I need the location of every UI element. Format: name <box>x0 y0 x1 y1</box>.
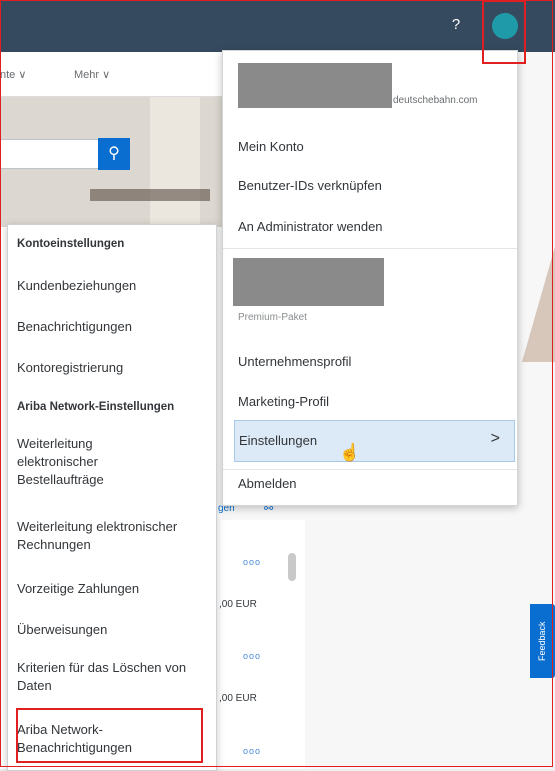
menu-item-early-payments[interactable]: Vorzeitige Zahlungen <box>17 580 212 598</box>
menu-item-data-deletion[interactable]: Kriterien für das Löschen von Daten <box>17 659 202 695</box>
hero-decoration <box>150 97 200 227</box>
menu-item-contact-admin[interactable]: An Administrator wenden <box>238 219 383 234</box>
user-menu: deutschebahn.com Mein Konto Benutzer-IDs… <box>222 50 518 506</box>
menu-item-my-account[interactable]: Mein Konto <box>238 139 304 154</box>
avatar-highlight-frame <box>482 0 526 64</box>
redacted-name <box>238 63 392 108</box>
user-email: deutschebahn.com <box>393 95 478 106</box>
chevron-right-icon: > <box>490 430 500 447</box>
amount-value: ,00 EUR <box>219 693 257 704</box>
hero-banner: ⚲ <box>0 97 222 227</box>
top-header-bar: ? <box>0 0 555 52</box>
settings-submenu: Kontoeinstellungen Kundenbeziehungen Ben… <box>7 224 217 771</box>
menu-item-marketing-profile[interactable]: Marketing-Profil <box>238 394 329 409</box>
menu-item-settings[interactable]: Einstellungen > ☝ <box>234 420 515 462</box>
amount-value: ,00 EUR <box>219 599 257 610</box>
scrollbar-thumb[interactable] <box>288 553 296 581</box>
highlight-frame <box>16 708 203 763</box>
subnav-item-more[interactable]: Mehr ∨ <box>74 68 110 81</box>
subnav-item-truncated[interactable]: nte ∨ <box>0 68 26 81</box>
menu-item-company-profile[interactable]: Unternehmensprofil <box>238 354 351 369</box>
menu-item-invoice-routing[interactable]: Weiterleitung elektronischer Rechnungen <box>17 518 212 554</box>
menu-item-po-routing[interactable]: Weiterleitung elektronischer Bestellauft… <box>17 435 127 489</box>
menu-item-logout[interactable]: Abmelden <box>238 476 297 491</box>
hand-cursor-icon: ☝ <box>339 443 361 462</box>
menu-item-remittances[interactable]: Überweisungen <box>17 621 212 639</box>
subnav-bar: nte ∨ Mehr ∨ <box>0 52 222 97</box>
redacted-company <box>233 258 384 306</box>
background-decoration <box>522 222 555 362</box>
feedback-button[interactable]: Feedback <box>530 604 555 678</box>
more-actions-icon[interactable]: ooo <box>243 746 261 756</box>
search-button[interactable]: ⚲ <box>98 138 130 170</box>
menu-item-customer-relations[interactable]: Kundenbeziehungen <box>17 277 212 295</box>
search-icon: ⚲ <box>108 145 120 162</box>
menu-item-link-user-ids[interactable]: Benutzer-IDs verknüpfen <box>238 178 382 193</box>
premium-label: Premium-Paket <box>238 312 307 323</box>
menu-item-notifications[interactable]: Benachrichtigungen <box>17 318 212 336</box>
more-actions-icon[interactable]: ooo <box>243 651 261 661</box>
divider <box>223 248 517 249</box>
section-header-account: Kontoeinstellungen <box>17 238 125 250</box>
menu-item-account-registration[interactable]: Kontoregistrierung <box>17 359 212 377</box>
search-input[interactable] <box>0 139 98 169</box>
hero-decoration <box>90 189 210 201</box>
help-icon[interactable]: ? <box>446 15 466 35</box>
divider <box>223 469 517 470</box>
section-header-network: Ariba Network-Einstellungen <box>17 401 175 413</box>
more-actions-icon[interactable]: ooo <box>243 557 261 567</box>
settings-label: Einstellungen <box>239 433 318 448</box>
